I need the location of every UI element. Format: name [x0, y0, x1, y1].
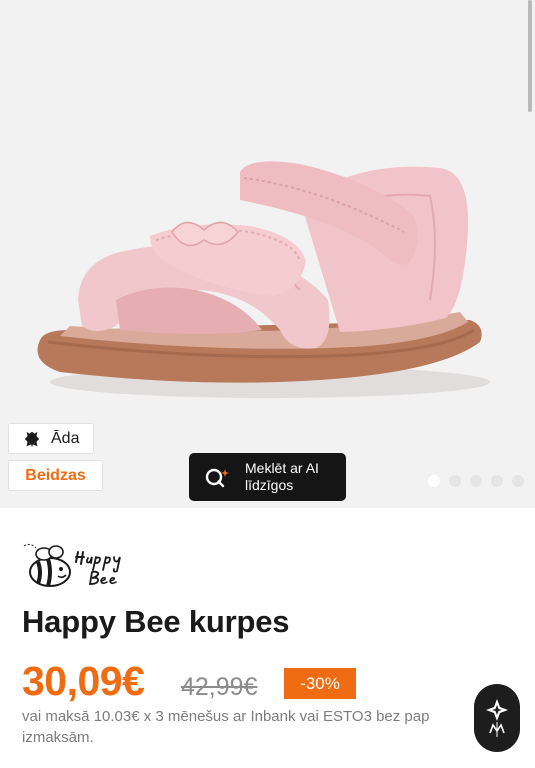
ai-search-line2: līdzīgos: [245, 477, 294, 493]
brand-logo[interactable]: [22, 540, 140, 592]
ai-search-icon: [205, 468, 229, 488]
assistant-fab-button[interactable]: [474, 684, 520, 752]
material-badge: Āda: [8, 423, 94, 454]
page-scrollbar[interactable]: [528, 0, 532, 112]
leather-icon: [24, 431, 40, 447]
gallery-dot[interactable]: [512, 475, 524, 487]
material-label: Āda: [51, 429, 80, 447]
assistant-icon: [486, 699, 508, 737]
product-image-gallery[interactable]: Āda Beidzas Meklēt ar AI līdzīgos: [0, 0, 535, 508]
installment-line-1: vai maksā 10.03€ x 3 mēnešus ar Inbank v…: [22, 708, 430, 725]
gallery-dot[interactable]: [491, 475, 503, 487]
ai-search-similar-button[interactable]: Meklēt ar AI līdzīgos: [189, 453, 346, 501]
product-title: Happy Bee kurpes: [22, 604, 290, 639]
current-price: 30,09€: [22, 658, 145, 704]
discount-badge: -30%: [284, 668, 356, 699]
gallery-dot[interactable]: [470, 475, 482, 487]
installment-line-2: izmaksām.: [22, 729, 94, 746]
gallery-dot[interactable]: [428, 475, 440, 487]
gallery-dot[interactable]: [449, 475, 461, 487]
ending-soon-label: Beidzas: [25, 466, 86, 484]
ending-soon-badge: Beidzas: [8, 460, 103, 491]
old-price: 42,99€: [181, 673, 258, 701]
installment-info: vai maksā 10.03€ x 3 mēnešus ar Inbank v…: [22, 706, 477, 748]
gallery-pagination: [428, 475, 524, 487]
ai-search-line1: Meklēt ar AI: [245, 460, 319, 476]
